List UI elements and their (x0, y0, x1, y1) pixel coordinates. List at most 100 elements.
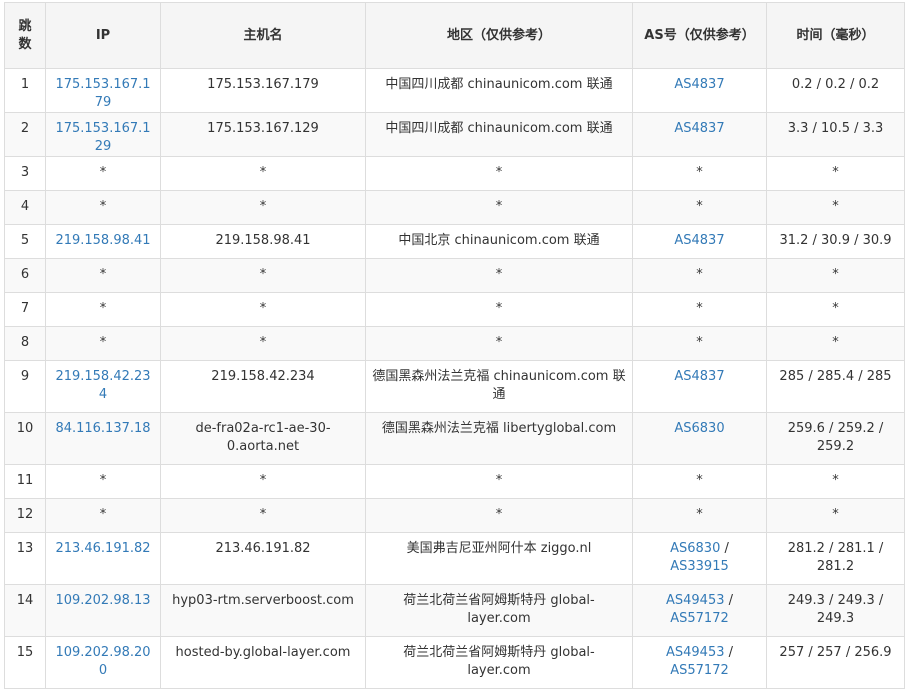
cell-ip: * (45, 292, 161, 327)
cell-hop: 13 (4, 532, 46, 585)
traceroute-panel: 跳数 IP 主机名 地区（仅供参考） AS号（仅供参考） 时间（毫秒） 1 175… (4, 2, 905, 689)
table-header-row: 跳数 IP 主机名 地区（仅供参考） AS号（仅供参考） 时间（毫秒） (4, 2, 905, 69)
cell-ip-link[interactable]: 175.153.167.179 (55, 77, 150, 110)
cell-time: * (766, 292, 905, 327)
cell-hop: 1 (4, 68, 46, 113)
as-link[interactable]: AS6830 (670, 541, 720, 556)
cell-as: * (632, 498, 767, 533)
cell-ip: 84.116.137.18 (45, 412, 161, 465)
cell-ip: 213.46.191.82 (45, 532, 161, 585)
cell-geo: * (365, 156, 633, 191)
as-link[interactable]: AS33915 (670, 559, 729, 574)
cell-time: 259.6 / 259.2 / 259.2 (766, 412, 905, 465)
cell-hop: 6 (4, 258, 46, 293)
cell-hop: 4 (4, 190, 46, 225)
cell-host: * (160, 464, 366, 499)
cell-ip: 109.202.98.200 (45, 636, 161, 689)
cell-geo: 中国四川成都 chinaunicom.com 联通 (365, 68, 633, 113)
cell-as: * (632, 190, 767, 225)
traceroute-table: 跳数 IP 主机名 地区（仅供参考） AS号（仅供参考） 时间（毫秒） 1 175… (4, 2, 905, 689)
as-link[interactable]: AS6830 (674, 421, 724, 436)
cell-host: * (160, 292, 366, 327)
cell-time: 3.3 / 10.5 / 3.3 (766, 112, 905, 157)
cell-geo: * (365, 498, 633, 533)
header-host: 主机名 (160, 2, 366, 69)
header-ip: IP (45, 2, 161, 69)
cell-as: * (632, 258, 767, 293)
cell-ip-link[interactable]: 213.46.191.82 (55, 541, 150, 556)
as-link[interactable]: AS4837 (674, 369, 724, 384)
cell-hop: 10 (4, 412, 46, 465)
cell-hop: 11 (4, 464, 46, 499)
cell-ip-link[interactable]: 219.158.42.234 (55, 369, 150, 402)
cell-geo: 美国弗吉尼亚州阿什本 ziggo.nl (365, 532, 633, 585)
as-link[interactable]: AS57172 (670, 663, 729, 678)
cell-host: hosted-by.global-layer.com (160, 636, 366, 689)
cell-as: AS49453 / AS57172 (632, 584, 767, 637)
cell-hop: 7 (4, 292, 46, 327)
cell-geo: * (365, 258, 633, 293)
cell-geo: 中国北京 chinaunicom.com 联通 (365, 224, 633, 259)
cell-host: * (160, 326, 366, 361)
cell-time: * (766, 190, 905, 225)
cell-as: AS49453 / AS57172 (632, 636, 767, 689)
cell-hop: 14 (4, 584, 46, 637)
as-link[interactable]: AS49453 (666, 593, 725, 608)
table-row: 2 175.153.167.129 175.153.167.129 中国四川成都 ch… (4, 112, 905, 157)
as-link[interactable]: AS4837 (674, 77, 724, 92)
cell-host: 219.158.42.234 (160, 360, 366, 413)
cell-ip: * (45, 464, 161, 499)
cell-time: 31.2 / 30.9 / 30.9 (766, 224, 905, 259)
header-geo: 地区（仅供参考） (365, 2, 633, 69)
cell-hop: 2 (4, 112, 46, 157)
cell-time: 249.3 / 249.3 / 249.3 (766, 584, 905, 637)
cell-hop: 5 (4, 224, 46, 259)
as-link[interactable]: AS57172 (670, 611, 729, 626)
cell-geo: 中国四川成都 chinaunicom.com 联通 (365, 112, 633, 157)
cell-time: * (766, 464, 905, 499)
cell-time: 285 / 285.4 / 285 (766, 360, 905, 413)
cell-ip: * (45, 156, 161, 191)
cell-as: * (632, 326, 767, 361)
table-body: 1 175.153.167.179 175.153.167.179 中国四川成都 ch… (4, 68, 905, 689)
cell-ip-link[interactable]: 219.158.98.41 (55, 233, 150, 248)
table-row: 1 175.153.167.179 175.153.167.179 中国四川成都 ch… (4, 68, 905, 113)
cell-ip-link[interactable]: 84.116.137.18 (55, 421, 150, 436)
header-time: 时间（毫秒） (766, 2, 905, 69)
cell-host: * (160, 156, 366, 191)
cell-as: * (632, 292, 767, 327)
cell-hop: 8 (4, 326, 46, 361)
cell-ip-link[interactable]: 109.202.98.200 (55, 645, 150, 678)
table-row: 11 * * * * * (4, 464, 905, 499)
cell-time: * (766, 258, 905, 293)
as-link[interactable]: AS4837 (674, 121, 724, 136)
cell-ip-link[interactable]: 109.202.98.13 (55, 593, 150, 608)
cell-geo: * (365, 326, 633, 361)
cell-time: * (766, 498, 905, 533)
cell-host: * (160, 498, 366, 533)
table-row: 4 * * * * * (4, 190, 905, 225)
as-link[interactable]: AS4837 (674, 233, 724, 248)
table-row: 5 219.158.98.41 219.158.98.41 中国北京 chinauni… (4, 224, 905, 259)
cell-ip: 175.153.167.179 (45, 68, 161, 113)
table-row: 8 * * * * * (4, 326, 905, 361)
as-link[interactable]: AS49453 (666, 645, 725, 660)
cell-ip: 109.202.98.13 (45, 584, 161, 637)
cell-host: 219.158.98.41 (160, 224, 366, 259)
cell-as: AS4837 (632, 360, 767, 413)
cell-as: * (632, 464, 767, 499)
as-separator: / (720, 541, 729, 556)
as-separator: / (724, 645, 733, 660)
cell-geo: 荷兰北荷兰省阿姆斯特丹 global-layer.com (365, 584, 633, 637)
cell-ip: 219.158.98.41 (45, 224, 161, 259)
table-row: 12 * * * * * (4, 498, 905, 533)
cell-time: * (766, 156, 905, 191)
cell-host: 175.153.167.129 (160, 112, 366, 157)
cell-time: * (766, 326, 905, 361)
cell-ip: * (45, 498, 161, 533)
cell-geo: 荷兰北荷兰省阿姆斯特丹 global-layer.com (365, 636, 633, 689)
cell-host: hyp03-rtm.serverboost.com (160, 584, 366, 637)
table-row: 10 84.116.137.18 de-fra02a-rc1-ae-30-0.aor… (4, 412, 905, 465)
cell-host: * (160, 258, 366, 293)
cell-ip-link[interactable]: 175.153.167.129 (55, 121, 150, 154)
